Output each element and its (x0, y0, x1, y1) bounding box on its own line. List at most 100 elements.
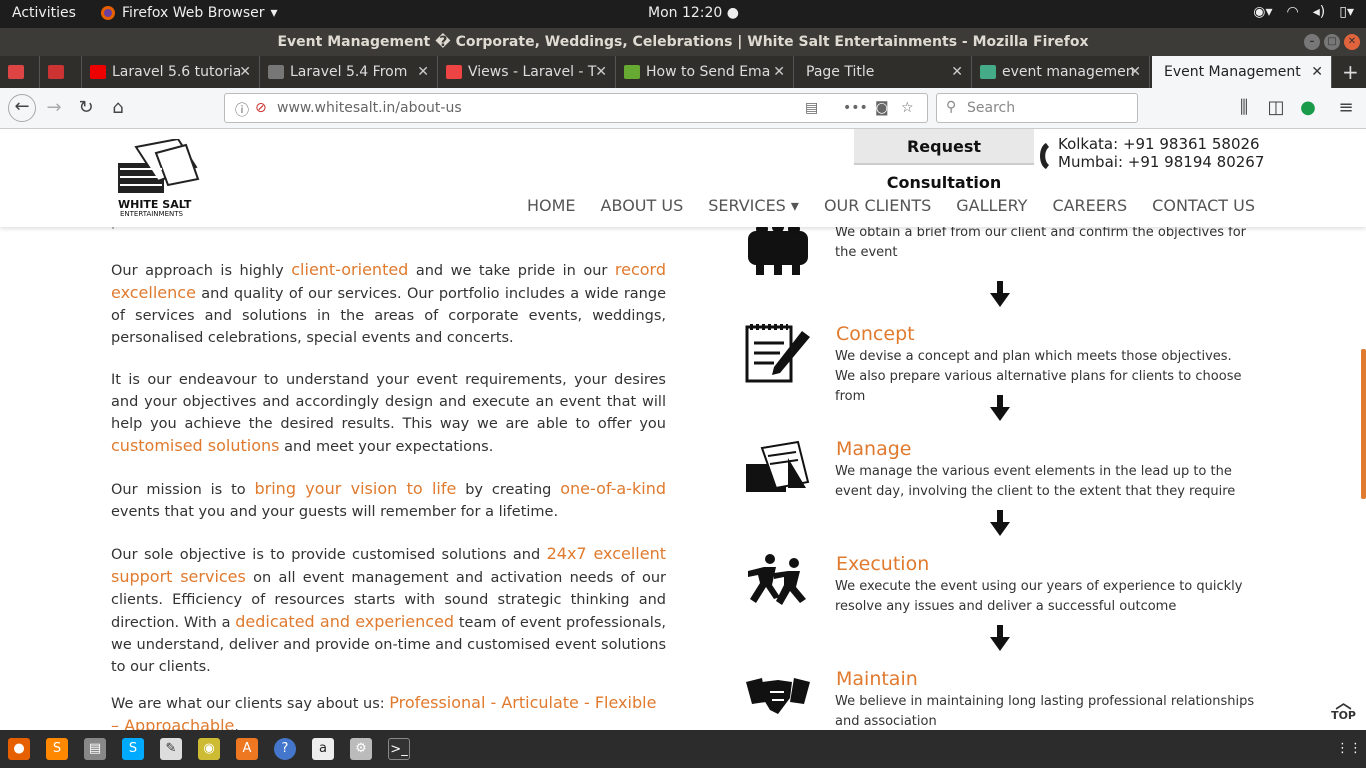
settings-taskbar-icon[interactable]: ⚙ (350, 738, 372, 760)
close-tab-icon[interactable]: ✕ (773, 56, 785, 88)
maximize-button[interactable]: □ (1324, 34, 1340, 50)
tab-label: Laravel 5.6 tutoria (112, 64, 242, 80)
paragraph-objective: Our sole objective is to provide customi… (111, 543, 666, 678)
help-taskbar-icon[interactable]: ? (274, 738, 296, 760)
laravel-icon (446, 65, 462, 79)
step-manage: Manage We manage the various event eleme… (744, 438, 1264, 508)
site-logo[interactable]: WHITE SALT ENTERTAINMENTS (116, 137, 206, 221)
tab-label: Views - Laravel - T (468, 64, 597, 80)
tab-event-management-active[interactable]: Event Management ✕ (1152, 56, 1332, 88)
text: We are what our clients say about us: (111, 696, 390, 712)
phone-mumbai[interactable]: Mumbai: +91 98194 80267 (1058, 153, 1264, 171)
firefox-taskbar-icon[interactable]: ● (8, 738, 30, 760)
close-tab-icon[interactable]: ✕ (951, 56, 963, 88)
library-icon[interactable]: ⫼ (1232, 96, 1256, 120)
tab-views-laravel[interactable]: Views - Laravel - T ✕ (438, 56, 616, 88)
sublime-taskbar-icon[interactable]: S (46, 738, 68, 760)
close-tab-icon[interactable]: ✕ (1311, 56, 1323, 88)
leaf-icon (624, 65, 640, 79)
step-description: We execute the event using our years of … (835, 579, 1243, 614)
software-center-taskbar-icon[interactable]: A (236, 738, 258, 760)
menu-careers[interactable]: CAREERS (1052, 196, 1127, 215)
phone-kolkata[interactable]: Kolkata: +91 98361 58026 (1058, 135, 1264, 153)
page-scrollbar[interactable] (1361, 349, 1366, 499)
tab-page-title[interactable]: Page Title ✕ (794, 56, 972, 88)
tab-laravel-5-6[interactable]: Laravel 5.6 tutoria ✕ (82, 56, 260, 88)
url-text[interactable]: www.whitesalt.in/about-us (277, 100, 462, 116)
menu-our-clients[interactable]: OUR CLIENTS (824, 196, 931, 215)
app-taskbar-icon[interactable]: ◉ (198, 738, 220, 760)
url-bar[interactable]: ⓘ ⊘ www.whitesalt.in/about-us ▤ ••• ◙ ☆ (224, 93, 928, 123)
new-tab-button[interactable]: + (1334, 56, 1366, 88)
arrow-down-icon (990, 395, 1010, 421)
info-icon[interactable]: ⓘ (235, 100, 249, 120)
back-button[interactable]: ← (8, 94, 36, 122)
sidebar-icon[interactable]: ◫ (1264, 96, 1288, 120)
tab-label: How to Send Ema (646, 64, 771, 80)
close-tab-icon[interactable]: ✕ (595, 56, 607, 88)
files-taskbar-icon[interactable]: ▤ (84, 738, 106, 760)
tab-label: event managemen (1002, 64, 1135, 80)
forward-button[interactable]: → (42, 96, 66, 120)
google-icon (980, 65, 996, 79)
gmail-icon (8, 65, 24, 79)
youtube-icon (90, 65, 106, 79)
bookmark-star-icon[interactable]: ☆ (901, 100, 914, 116)
request-consultation-button[interactable]: Request Consultation (854, 129, 1034, 192)
menu-hamburger-icon[interactable]: ≡ (1334, 96, 1358, 120)
documents-icon (746, 440, 810, 492)
step-title: Execution (836, 553, 930, 575)
tab-google-search[interactable]: event managemen ✕ (972, 56, 1150, 88)
close-tab-icon[interactable]: ✕ (417, 56, 429, 88)
amazon-taskbar-icon[interactable]: a (312, 738, 334, 760)
system-tray[interactable]: ◉▾ ◠ ◂) ▯▾ (1253, 4, 1354, 20)
text: . (234, 719, 239, 730)
atom-icon (48, 65, 64, 79)
step-description: We devise a concept and plan which meets… (835, 349, 1242, 404)
tab-pinned-2[interactable] (40, 56, 82, 88)
search-bar[interactable]: ⚲ Search (936, 93, 1138, 123)
menu-home[interactable]: HOME (527, 196, 576, 215)
step-description: We manage the various event elements in … (835, 464, 1236, 499)
reader-view-icon[interactable]: ▤ (805, 100, 818, 116)
app-menu[interactable]: Firefox Web Browser ▾ (100, 5, 278, 21)
menu-about-us[interactable]: ABOUT US (601, 196, 684, 215)
arrow-down-icon (990, 625, 1010, 651)
wifi-icon[interactable]: ◠ (1287, 4, 1299, 20)
back-to-top-button[interactable]: ︿ TOP (1331, 695, 1356, 723)
text-editor-taskbar-icon[interactable]: ✎ (160, 738, 182, 760)
reload-button[interactable]: ↻ (74, 96, 98, 120)
home-button[interactable]: ⌂ (106, 96, 130, 120)
step-concept: Concept We devise a concept and plan whi… (744, 323, 1264, 404)
window-controls: – □ ✕ (1304, 34, 1360, 50)
battery-icon[interactable]: ▯▾ (1339, 4, 1354, 20)
paragraph-approach: Our approach is highly client-oriented a… (111, 259, 666, 349)
close-tab-icon[interactable]: ✕ (239, 56, 251, 88)
minimize-button[interactable]: – (1304, 34, 1320, 50)
close-tab-icon[interactable]: ✕ (1129, 56, 1141, 88)
skype-taskbar-icon[interactable]: S (122, 738, 144, 760)
close-window-button[interactable]: ✕ (1344, 34, 1360, 50)
tab-label: Event Management (1164, 64, 1301, 80)
tab-strip: Laravel 5.6 tutoria ✕ Laravel 5.4 From ✕ V… (0, 56, 1366, 88)
search-placeholder: Search (967, 100, 1016, 116)
page-actions-icon[interactable]: ••• (843, 100, 868, 116)
menu-contact-us[interactable]: CONTACT US (1152, 196, 1255, 215)
clock[interactable]: Mon 12:20 ● (648, 5, 739, 21)
menu-services[interactable]: SERVICES ▾ (708, 196, 799, 215)
menu-gallery[interactable]: GALLERY (956, 196, 1027, 215)
volume-icon[interactable]: ◂) (1313, 4, 1326, 20)
tab-send-email[interactable]: How to Send Ema ✕ (616, 56, 794, 88)
activities-button[interactable]: Activities (12, 5, 76, 21)
logo-text: WHITE SALT (118, 198, 192, 211)
terminal-taskbar-icon[interactable]: >_ (388, 738, 410, 760)
grammarly-icon[interactable]: ● (1296, 96, 1320, 120)
accessibility-icon[interactable]: ◉▾ (1253, 4, 1272, 20)
system-top-bar: Activities Firefox Web Browser ▾ Mon 12:… (0, 0, 1366, 28)
insecure-lock-icon[interactable]: ⊘ (255, 100, 267, 116)
text: and meet your expectations. (279, 439, 494, 455)
pocket-icon[interactable]: ◙ (875, 100, 889, 116)
app-grid-icon[interactable]: ⋮⋮ (1336, 738, 1362, 760)
tab-gmail[interactable] (0, 56, 40, 88)
tab-laravel-5-4[interactable]: Laravel 5.4 From ✕ (260, 56, 438, 88)
